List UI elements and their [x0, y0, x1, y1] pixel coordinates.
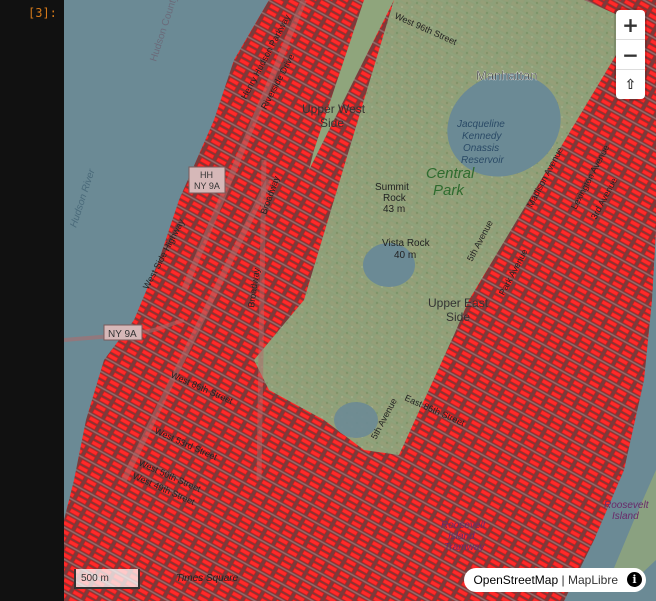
label-summit-3: 43 m [383, 204, 405, 215]
label-reservoir-2: Kennedy [462, 131, 502, 142]
label-roosevelt-tram-3: Tramway [444, 542, 485, 553]
label-reservoir-3: Onassis [463, 143, 499, 154]
label-upper-west-2: Side [320, 116, 344, 130]
label-upper-east-1: Upper East [428, 296, 489, 310]
label-times-square: Times Square [176, 573, 239, 584]
label-ny9a: NY 9A [108, 329, 137, 340]
info-icon[interactable]: i [627, 572, 642, 587]
label-roosevelt-island-2: Island [612, 511, 639, 522]
label-reservoir-1: Jacqueline [456, 119, 505, 130]
scale-bar: 500 m [74, 569, 140, 589]
label-upper-west-1: Upper West [302, 102, 366, 116]
label-roosevelt-tram-2: Island [448, 531, 475, 542]
reset-north-button[interactable]: ⇧ [616, 70, 645, 99]
label-central-2: Park [433, 182, 465, 199]
label-ny9a-shield: NY 9A [194, 181, 220, 191]
map-canvas[interactable]: Manhattan Upper West Side Jacqueline Ken… [64, 0, 656, 601]
zoom-out-button[interactable]: − [616, 40, 645, 70]
label-manhattan: Manhattan [476, 68, 537, 83]
notebook-gutter: [3]: [0, 0, 64, 601]
label-summit-2: Rock [383, 193, 407, 204]
label-roosevelt-tram-1: Roosevelt [441, 520, 487, 531]
label-upper-east-2: Side [446, 310, 470, 324]
map-svg: Manhattan Upper West Side Jacqueline Ken… [64, 0, 656, 601]
osm-link[interactable]: OpenStreetMap [473, 573, 558, 587]
label-summit-1: Summit [375, 182, 409, 193]
label-roosevelt-island-1: Roosevelt [604, 500, 650, 511]
zoom-in-button[interactable]: + [616, 10, 645, 40]
label-central-1: Central [426, 165, 475, 182]
attribution: OpenStreetMap | MapLibre i [464, 568, 646, 592]
map-navigation-control: + − ⇧ [616, 10, 645, 99]
label-vista-1: Vista Rock [382, 238, 431, 249]
cell-prompt: [3]: [28, 6, 57, 20]
label-vista-2: 40 m [394, 250, 416, 261]
attribution-separator: | [561, 573, 565, 587]
maplibre-link[interactable]: MapLibre [568, 573, 618, 587]
label-hh: HH [200, 170, 213, 180]
